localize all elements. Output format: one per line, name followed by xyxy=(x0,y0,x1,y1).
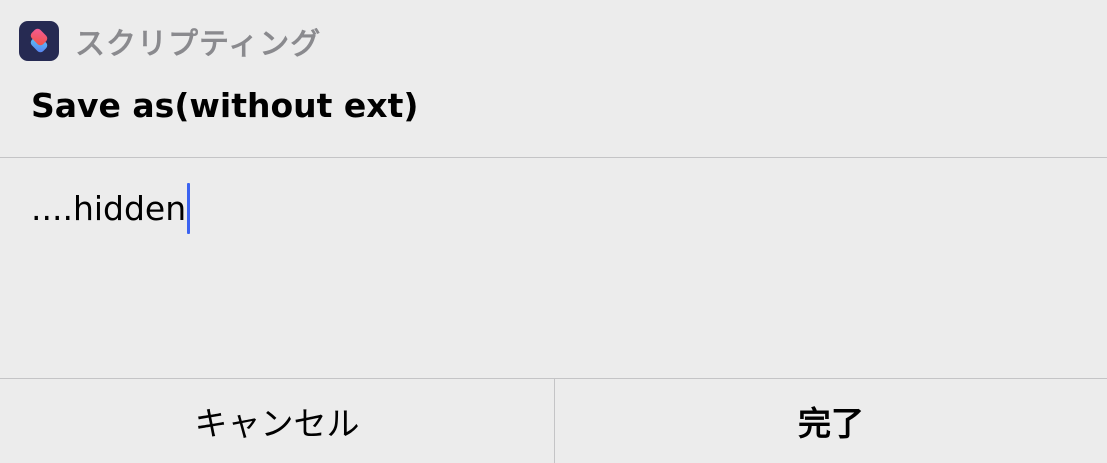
shortcuts-app-icon xyxy=(19,21,59,61)
text-input-dialog: スクリプティング Save as(without ext) ....hidden… xyxy=(0,0,1107,463)
text-input-content[interactable]: ....hidden xyxy=(31,183,191,234)
app-name: スクリプティング xyxy=(75,27,322,62)
text-caret xyxy=(187,183,191,234)
text-input-value: ....hidden xyxy=(31,189,187,228)
prompt-title: Save as(without ext) xyxy=(31,86,419,125)
dialog-header: スクリプティング Save as(without ext) xyxy=(0,0,1107,157)
dialog-button-bar: キャンセル 完了 xyxy=(0,379,1107,463)
done-button[interactable]: 完了 xyxy=(555,379,1107,463)
text-input-field[interactable]: ....hidden xyxy=(0,158,1107,378)
app-identity: スクリプティング xyxy=(19,21,322,62)
cancel-button[interactable]: キャンセル xyxy=(0,379,554,463)
